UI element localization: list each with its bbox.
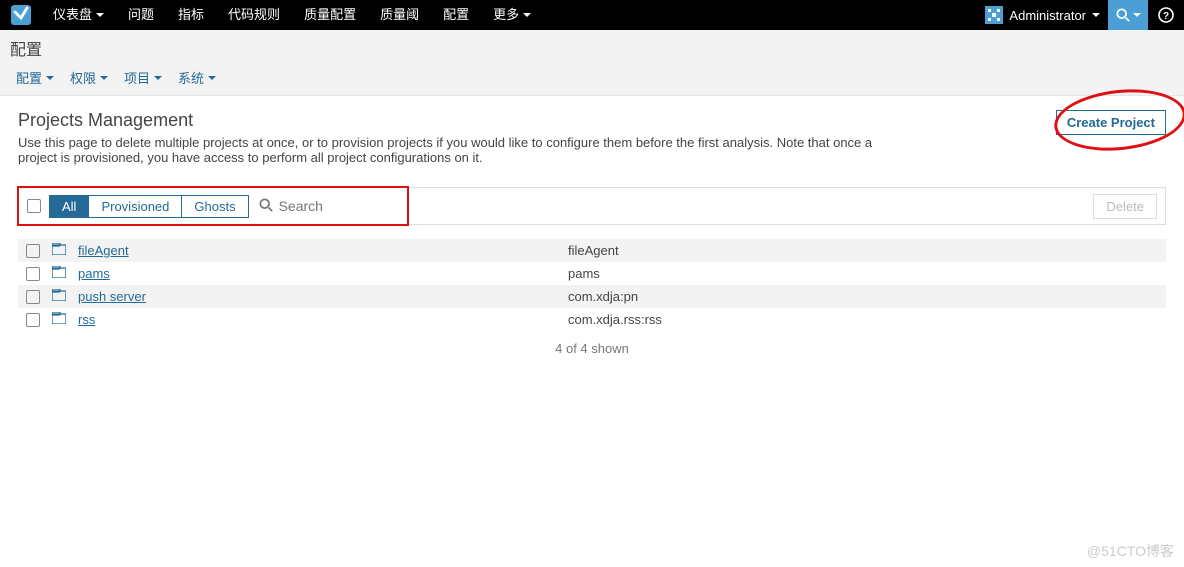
topnav-item[interactable]: 问题 [116, 0, 166, 30]
table-row: fileAgentfileAgent [18, 239, 1166, 262]
main-content: Projects Management Use this page to del… [0, 96, 1184, 370]
watermark-text: @51CTO博客 [1087, 541, 1174, 561]
project-key: pams [568, 266, 600, 281]
subnav-item[interactable]: 权限 [64, 66, 114, 89]
filter-tab[interactable]: All [49, 195, 89, 218]
table-row: push servercom.xdja:pn [18, 285, 1166, 308]
row-checkbox[interactable] [26, 267, 40, 281]
subnav-item[interactable]: 系统 [172, 66, 222, 89]
search-input[interactable] [273, 194, 403, 218]
project-key: com.xdja:pn [568, 289, 638, 304]
project-icon [52, 312, 68, 327]
project-icon [52, 266, 68, 281]
project-key: fileAgent [568, 243, 619, 258]
global-search-button[interactable] [1108, 0, 1148, 30]
project-key: com.xdja.rss:rss [568, 312, 662, 327]
app-logo[interactable] [0, 0, 41, 30]
project-icon [52, 243, 68, 258]
filter-toolbar: AllProvisionedGhosts Delete [18, 187, 1166, 225]
search-icon [259, 198, 273, 215]
topnav-item[interactable]: 质量配置 [292, 0, 368, 30]
results-count: 4 of 4 shown [18, 341, 1166, 356]
user-name: Administrator [1009, 8, 1086, 23]
row-checkbox[interactable] [26, 313, 40, 327]
chevron-down-icon [154, 76, 162, 80]
help-icon: ? [1158, 7, 1174, 23]
svg-text:?: ? [1163, 11, 1169, 22]
subhead-title: 配置 [10, 36, 1174, 62]
table-row: rsscom.xdja.rss:rss [18, 308, 1166, 331]
topnav-item[interactable]: 代码规则 [216, 0, 292, 30]
filter-tabs: AllProvisionedGhosts [49, 195, 249, 218]
chevron-down-icon [96, 13, 104, 17]
page-description: Use this page to delete multiple project… [18, 135, 878, 165]
filter-tab[interactable]: Ghosts [182, 195, 248, 218]
select-all-checkbox[interactable] [27, 199, 41, 213]
topnav-item[interactable]: 质量阈 [368, 0, 431, 30]
user-menu[interactable]: Administrator [977, 0, 1108, 30]
projects-table: fileAgentfileAgentpamspamspush servercom… [18, 239, 1166, 331]
row-checkbox[interactable] [26, 290, 40, 304]
topnav-item[interactable]: 指标 [166, 0, 216, 30]
page-title: Projects Management [18, 110, 1166, 131]
row-checkbox[interactable] [26, 244, 40, 258]
search-icon [1116, 8, 1130, 22]
help-button[interactable]: ? [1148, 0, 1184, 30]
topbar: 仪表盘问题指标代码规则质量配置质量阈配置更多 Administrator ? [0, 0, 1184, 30]
subnav-item[interactable]: 配置 [10, 66, 60, 89]
chevron-down-icon [46, 76, 54, 80]
top-nav: 仪表盘问题指标代码规则质量配置质量阈配置更多 [41, 0, 543, 30]
filter-tab[interactable]: Provisioned [89, 195, 182, 218]
avatar-icon [985, 6, 1003, 24]
chevron-down-icon [100, 76, 108, 80]
topnav-item[interactable]: 仪表盘 [41, 0, 116, 30]
project-icon [52, 289, 68, 304]
sub-nav: 配置权限项目系统 [10, 62, 1174, 95]
project-name-link[interactable]: push server [78, 289, 568, 304]
table-row: pamspams [18, 262, 1166, 285]
chevron-down-icon [1133, 13, 1141, 17]
subnav-item[interactable]: 项目 [118, 66, 168, 89]
delete-button[interactable]: Delete [1093, 194, 1157, 219]
topnav-item[interactable]: 配置 [431, 0, 481, 30]
chevron-down-icon [523, 13, 531, 17]
project-name-link[interactable]: rss [78, 312, 568, 327]
chevron-down-icon [1092, 13, 1100, 17]
chevron-down-icon [208, 76, 216, 80]
project-name-link[interactable]: fileAgent [78, 243, 568, 258]
project-name-link[interactable]: pams [78, 266, 568, 281]
shield-check-icon [9, 3, 33, 27]
sub-header: 配置 配置权限项目系统 [0, 30, 1184, 96]
topnav-item[interactable]: 更多 [481, 0, 543, 30]
create-project-button[interactable]: Create Project [1056, 110, 1166, 135]
